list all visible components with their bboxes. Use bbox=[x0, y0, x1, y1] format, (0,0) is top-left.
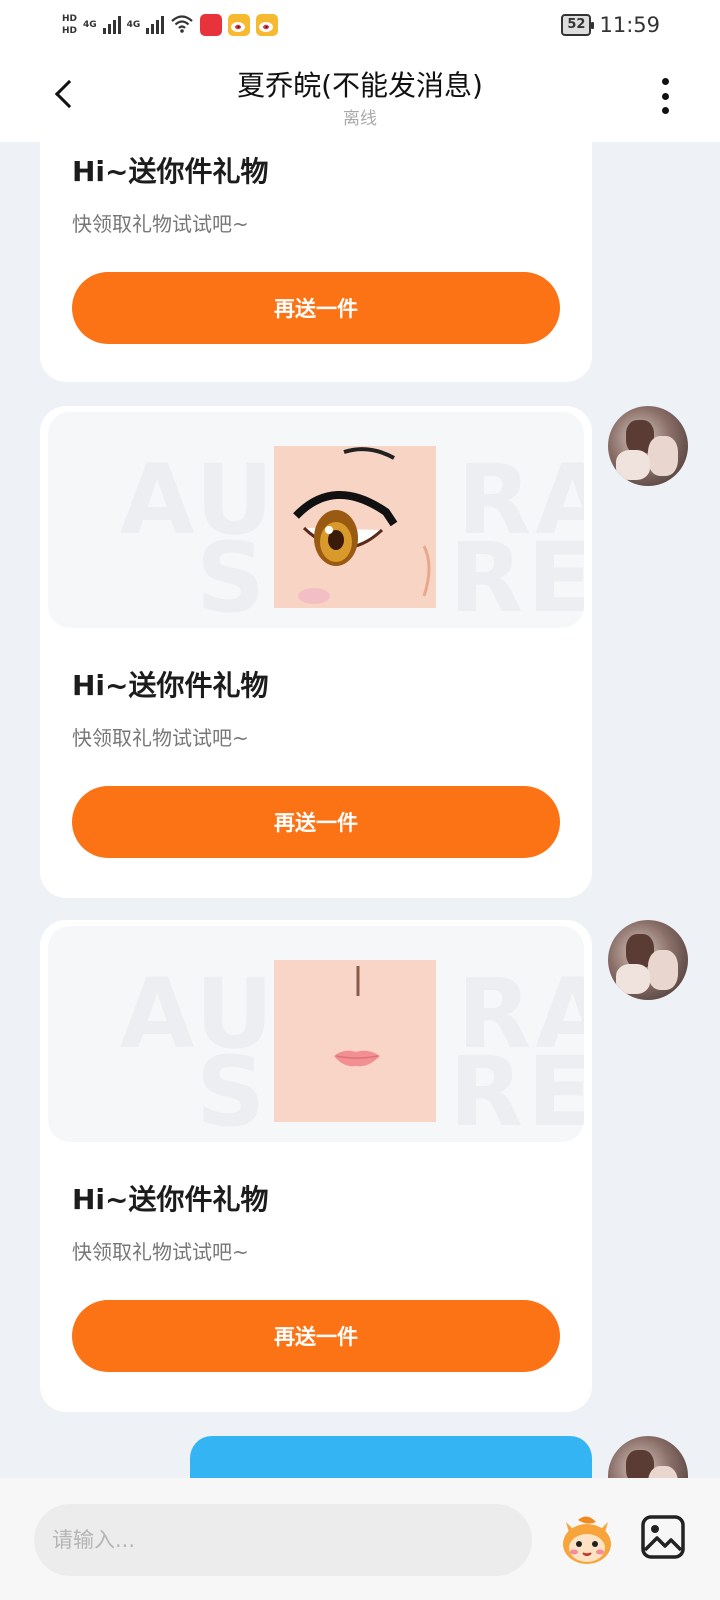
network-label-2: 4G bbox=[126, 20, 141, 30]
status-right: 52 11:59 bbox=[561, 13, 660, 37]
emoji-button[interactable] bbox=[556, 1508, 618, 1570]
gift-image-mouth bbox=[274, 960, 436, 1122]
gift-message-card: AU RA S RE Hi~送你件礼物 快领取礼物试试吧~ 再送一件 bbox=[40, 920, 592, 1412]
gift-title: Hi~送你件礼物 bbox=[72, 1183, 269, 1216]
battery-icon: 52 bbox=[561, 14, 595, 36]
image-button[interactable] bbox=[640, 1514, 686, 1560]
gift-image-eye bbox=[274, 446, 436, 608]
hd-indicator: HD HD bbox=[62, 13, 77, 37]
avatar[interactable] bbox=[608, 920, 688, 1000]
signal-icon-2 bbox=[146, 16, 165, 34]
more-button[interactable] bbox=[650, 76, 680, 116]
avatar[interactable] bbox=[608, 406, 688, 486]
message-list[interactable]: Hi~送你件礼物 快领取礼物试试吧~ 再送一件 AU RA S RE Hi~送你… bbox=[0, 142, 720, 1478]
gift-description: 快领取礼物试试吧~ bbox=[72, 212, 249, 236]
message-input[interactable] bbox=[34, 1504, 532, 1576]
status-bar: HD HD 4G 4G 52 11:59 bbox=[0, 0, 720, 50]
gift-preview[interactable]: AU RA S RE bbox=[48, 412, 584, 628]
network-label-1: 4G bbox=[83, 20, 97, 30]
clock: 11:59 bbox=[599, 13, 660, 37]
gift-title: Hi~送你件礼物 bbox=[72, 669, 269, 702]
gift-message-card: Hi~送你件礼物 快领取礼物试试吧~ 再送一件 bbox=[40, 142, 592, 382]
image-icon bbox=[641, 1515, 685, 1559]
weibo-icon-2 bbox=[256, 14, 279, 36]
online-status: 离线 bbox=[343, 109, 377, 129]
app-notification-icon bbox=[200, 14, 223, 36]
more-vertical-icon bbox=[661, 78, 669, 85]
gift-preview[interactable]: AU RA S RE bbox=[48, 926, 584, 1142]
gift-description: 快领取礼物试试吧~ bbox=[72, 726, 249, 750]
weibo-icon bbox=[228, 14, 251, 36]
hd-label-1: HD bbox=[62, 14, 78, 24]
input-bar bbox=[0, 1478, 720, 1600]
message-bubble[interactable] bbox=[190, 1436, 592, 1478]
mascot-emoji-icon bbox=[563, 1516, 611, 1564]
status-left: HD HD 4G 4G bbox=[62, 13, 279, 37]
wifi-icon bbox=[170, 14, 194, 37]
gift-title: Hi~送你件礼物 bbox=[72, 155, 269, 188]
send-again-button[interactable]: 再送一件 bbox=[72, 272, 560, 344]
send-again-button[interactable]: 再送一件 bbox=[72, 786, 560, 858]
gift-message-card: AU RA S RE Hi~送你件礼物 快领取礼物试试吧~ 再送一件 bbox=[40, 406, 592, 898]
avatar[interactable] bbox=[608, 1436, 688, 1478]
chat-header: 夏乔皖(不能发消息) 离线 bbox=[0, 50, 720, 142]
gift-description: 快领取礼物试试吧~ bbox=[72, 1240, 249, 1264]
page-title: 夏乔皖(不能发消息) bbox=[237, 69, 483, 102]
hd-label-2: HD bbox=[62, 26, 78, 36]
signal-icon bbox=[102, 16, 121, 34]
send-again-button[interactable]: 再送一件 bbox=[72, 1300, 560, 1372]
